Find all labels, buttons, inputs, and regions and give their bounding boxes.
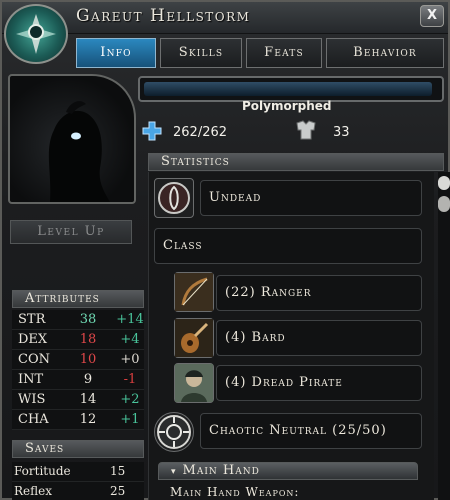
- tab-behavior[interactable]: Behavior: [326, 38, 444, 68]
- class-row-dread-pirate: (4) Dread Pirate: [216, 365, 422, 401]
- collapse-arrow-icon: ▾: [171, 467, 177, 477]
- save-name: Reflex: [14, 484, 53, 498]
- saves-header: Saves: [12, 440, 144, 458]
- attribute-value: 12: [79, 412, 97, 427]
- statistics-header: Statistics: [148, 153, 444, 171]
- character-sheet-window: Gareut Hellstorm X Info Skills Feats Beh…: [0, 0, 450, 500]
- attribute-modifier: +0: [120, 352, 140, 367]
- save-name: Fortitude: [14, 464, 71, 478]
- save-value: 15: [110, 464, 126, 478]
- attribute-modifier: +4: [120, 332, 140, 347]
- pirate-portrait-icon: [174, 363, 214, 403]
- attribute-value: 9: [83, 372, 93, 387]
- alignment-row: Chaotic Neutral (25/50): [200, 413, 422, 449]
- main-hand-header[interactable]: ▾ Main Hand: [158, 462, 418, 480]
- attribute-name: CON: [18, 352, 50, 367]
- class-row-ranger: (22) Ranger: [216, 275, 422, 311]
- tab-feats[interactable]: Feats: [246, 38, 322, 68]
- attribute-modifier: +14: [116, 312, 144, 327]
- tab-info[interactable]: Info: [76, 38, 156, 68]
- tab-skills[interactable]: Skills: [160, 38, 242, 68]
- bow-icon: [174, 272, 214, 312]
- save-value: 25: [110, 484, 126, 498]
- saves-table: Fortitude 15 Reflex 25: [12, 462, 144, 500]
- level-up-button[interactable]: Level Up: [10, 220, 132, 244]
- attribute-value: 10: [79, 352, 97, 367]
- attributes-header: Attributes: [12, 290, 144, 308]
- character-emblem-icon: [4, 4, 68, 64]
- attribute-row-cha: CHA 12 +1: [12, 410, 144, 430]
- tab-bar: Info Skills Feats Behavior: [76, 38, 444, 68]
- lute-icon: [174, 318, 214, 358]
- attribute-row-wis: WIS 14 +2: [12, 390, 144, 410]
- scroll-up-arrow-icon[interactable]: [438, 176, 450, 190]
- attribute-modifier: +1: [120, 412, 140, 427]
- experience-bar-fill: [144, 82, 432, 96]
- attribute-name: INT: [18, 372, 44, 387]
- attribute-row-int: INT 9 -1: [12, 370, 144, 390]
- attribute-modifier: +2: [120, 392, 140, 407]
- undead-race-icon: [154, 178, 194, 218]
- armor-icon: [294, 120, 318, 140]
- hit-points: 262/262: [173, 125, 228, 140]
- scrollbar-thumb[interactable]: [438, 196, 450, 212]
- attribute-name: WIS: [18, 392, 46, 407]
- save-row-reflex: Reflex 25: [12, 482, 144, 500]
- status-label: Polymorphed: [242, 99, 332, 113]
- attribute-name: STR: [18, 312, 46, 327]
- armor-class: 33: [333, 125, 350, 140]
- close-button[interactable]: X: [420, 5, 444, 27]
- attribute-row-dex: DEX 18 +4: [12, 330, 144, 350]
- main-hand-header-label: Main Hand: [182, 463, 260, 478]
- attribute-value: 38: [79, 312, 97, 327]
- race-row: Undead: [200, 180, 422, 216]
- health-cross-icon: [142, 121, 162, 141]
- attribute-row-str: STR 38 +14: [12, 310, 144, 330]
- save-row-fortitude: Fortitude 15: [12, 462, 144, 482]
- attribute-value: 18: [79, 332, 97, 347]
- class-heading-row: Class: [154, 228, 422, 264]
- title-bar[interactable]: Gareut Hellstorm X: [2, 2, 448, 34]
- attribute-row-con: CON 10 +0: [12, 350, 144, 370]
- class-row-bard: (4) Bard: [216, 320, 422, 356]
- attribute-value: 14: [79, 392, 97, 407]
- alignment-icon: [154, 412, 194, 452]
- window-title: Gareut Hellstorm: [76, 6, 251, 26]
- attribute-name: DEX: [18, 332, 48, 347]
- attribute-modifier: -1: [123, 372, 137, 387]
- attributes-table: STR 38 +14 DEX 18 +4 CON 10 +0 INT 9 -1 …: [12, 310, 144, 430]
- attribute-name: CHA: [18, 412, 49, 427]
- character-portrait: [8, 74, 136, 204]
- main-hand-weapon-label: Main Hand Weapon:: [170, 485, 300, 499]
- statistics-scrollbar[interactable]: [438, 172, 450, 500]
